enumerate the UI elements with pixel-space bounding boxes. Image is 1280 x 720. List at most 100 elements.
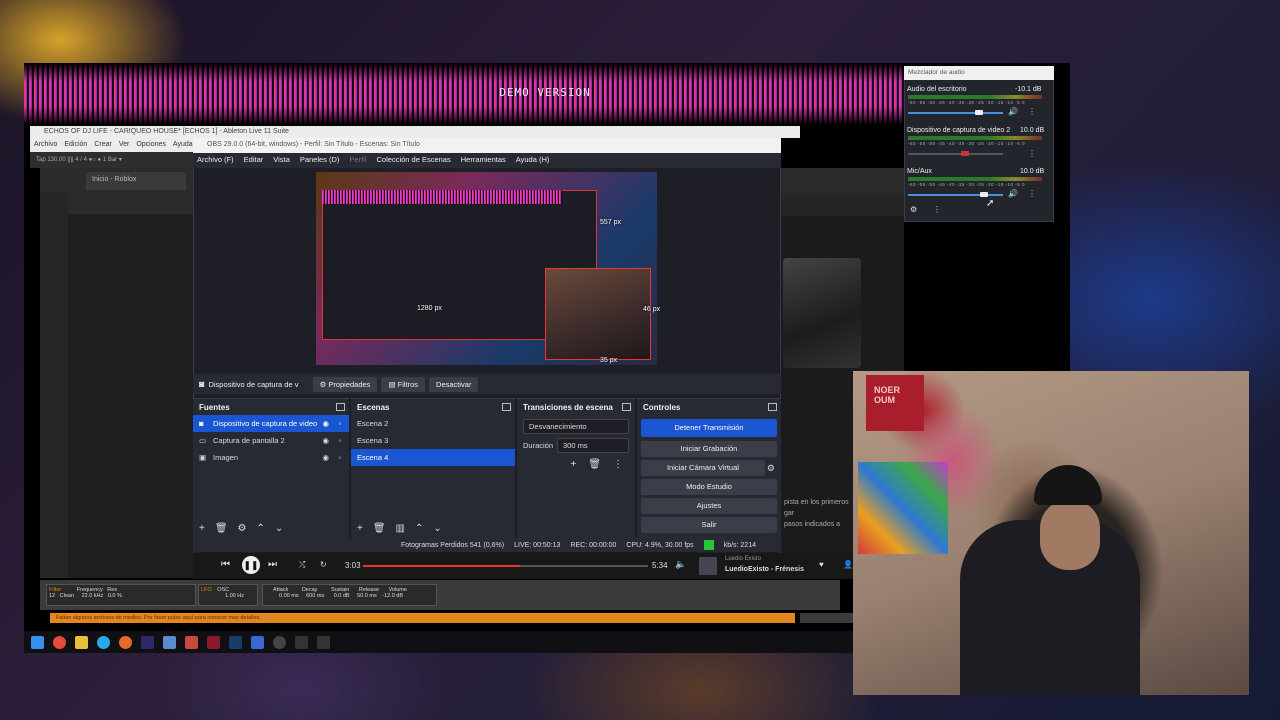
obs-menu-ayuda[interactable]: Ayuda (H) [516, 155, 550, 166]
eye-icon[interactable]: ◉ [322, 449, 329, 466]
pause-icon[interactable]: ❚❚ [242, 556, 260, 574]
obs-menu-paneles[interactable]: Paneles (D) [300, 155, 340, 166]
more-options-icon[interactable]: ⋮ [613, 459, 623, 470]
filter-section[interactable]: Filter Frequency Res 12 Clean 22.0 kHz 0… [46, 584, 196, 606]
steam-icon[interactable] [163, 635, 176, 649]
lfo-section[interactable]: LFO OSC 1.00 Hz [198, 584, 258, 606]
undock-icon[interactable] [768, 403, 777, 411]
ableton-menu-edicion[interactable]: Edición [64, 141, 87, 149]
start-recording-button[interactable]: Iniciar Grabación [641, 441, 777, 457]
repeat-icon[interactable]: ↻ [320, 560, 327, 569]
firefox-icon[interactable] [119, 635, 132, 649]
add-source-icon[interactable]: + [199, 523, 205, 534]
obs-menu-vista[interactable]: Vista [273, 155, 290, 166]
undock-icon[interactable] [502, 403, 511, 411]
app-icon-5[interactable] [317, 635, 330, 649]
missing-media-warning[interactable]: Faltan algunos archivos de medios. Por f… [50, 613, 795, 623]
ableton-menu-ver[interactable]: Ver [119, 141, 130, 149]
more-options-icon[interactable]: ⋮ [1028, 149, 1036, 158]
app-icon-3[interactable] [207, 635, 220, 649]
photoshop-icon[interactable] [229, 635, 242, 649]
mixer-channel-desktop-slider[interactable] [908, 112, 1003, 114]
studio-mode-button[interactable]: Modo Estudio [641, 479, 777, 495]
attack-value[interactable]: 0.00 ms [279, 593, 299, 599]
ableton-menu-crear[interactable]: Crear [94, 141, 112, 149]
lfo-rate[interactable]: 1.00 Hz [225, 593, 244, 599]
duration-input[interactable]: 300 ms [557, 438, 629, 453]
transition-select[interactable]: Desvanecimiento [523, 419, 629, 434]
envelope-section[interactable]: Attack Decay Sustain Release Volume 0.00… [262, 584, 437, 606]
more-options-icon[interactable]: ⋮ [1028, 189, 1036, 198]
file-explorer-icon[interactable] [75, 635, 88, 649]
volume-icon[interactable]: 🔊 [1008, 189, 1018, 198]
source-item-screen-capture[interactable]: ▭ Captura de pantalla 2 ◉ ▫ [193, 432, 349, 449]
lock-icon[interactable]: ▫ [338, 449, 341, 466]
ableton-icon[interactable] [295, 635, 308, 649]
more-options-icon[interactable]: ⋮ [1028, 107, 1036, 116]
undock-icon[interactable] [622, 403, 631, 411]
mixer-channel-capture-knob[interactable] [961, 151, 969, 156]
volume-value[interactable]: -12.0 dB [382, 593, 403, 599]
source-item-video-capture[interactable]: ◙ Dispositivo de captura de video ◉ ▫ [193, 415, 349, 432]
remove-transition-icon[interactable]: 🗑 [588, 459, 601, 470]
app-icon-4[interactable] [251, 635, 264, 649]
settings-button[interactable]: Ajustes [641, 498, 777, 514]
remove-source-icon[interactable]: 🗑 [215, 523, 228, 534]
mixer-channel-capture-slider[interactable] [908, 153, 1003, 155]
source-item-image[interactable]: ▣ Imagen ◉ ▫ [193, 449, 349, 466]
virtual-camera-settings-icon[interactable]: ⚙ [767, 463, 775, 474]
obs-menu-colecciones[interactable]: Colección de Escenas [377, 155, 451, 166]
add-transition-icon[interactable]: + [570, 459, 576, 470]
scene-item-3[interactable]: Escena 3 [351, 432, 515, 449]
previous-track-icon[interactable]: ⏮ [221, 559, 230, 570]
ableton-transport[interactable]: Tap 130.00 |||| 4 / 4 ●○ ● 1 Bar ▾ [30, 152, 200, 168]
next-track-icon[interactable]: ⏭ [268, 559, 277, 570]
obs-menu-editar[interactable]: Editar [244, 155, 264, 166]
lock-icon[interactable]: ▫ [338, 432, 341, 449]
decay-value[interactable]: 600 ms [306, 593, 324, 599]
undock-icon[interactable] [336, 403, 345, 411]
sustain-value[interactable]: 0.0 dB [334, 593, 350, 599]
preview-webcam-source[interactable] [545, 268, 651, 360]
source-settings-icon[interactable]: ⚙ [238, 523, 247, 534]
move-down-icon[interactable]: ⌄ [433, 523, 441, 534]
obs-menu-archivo[interactable]: Archivo (F) [197, 155, 234, 166]
filters-button[interactable]: ▤ Filtros [381, 376, 426, 392]
stop-streaming-button[interactable]: Detener Transmisión [641, 419, 777, 437]
move-down-icon[interactable]: ⌄ [275, 523, 283, 534]
app-icon-1[interactable] [53, 635, 66, 649]
virtual-camera-button[interactable]: Iniciar Cámara Virtual [641, 460, 765, 476]
volume-icon[interactable]: 🔈 [675, 559, 686, 570]
remove-scene-icon[interactable]: 🗑 [373, 523, 386, 534]
filter-type[interactable]: Clean [60, 593, 74, 599]
eye-icon[interactable]: ◉ [322, 415, 329, 432]
premiere-icon[interactable] [141, 635, 154, 649]
obs-icon[interactable] [273, 635, 286, 649]
heart-icon[interactable]: ♥ [819, 560, 824, 569]
mixer-menu-icon[interactable]: ⋮ [933, 205, 941, 214]
app-icon-2[interactable] [185, 635, 198, 649]
advanced-audio-icon[interactable]: ⚙ [910, 205, 917, 214]
shuffle-icon[interactable]: ⤮ [299, 560, 305, 570]
eye-icon[interactable]: ◉ [322, 432, 329, 449]
ableton-menu-archivo[interactable]: Archivo [34, 141, 57, 149]
deactivate-button[interactable]: Desactivar [429, 376, 479, 392]
res-value[interactable]: 0.0 % [108, 593, 122, 599]
move-up-icon[interactable]: ⌃ [415, 523, 423, 534]
move-up-icon[interactable]: ⌃ [257, 523, 265, 534]
scene-item-4[interactable]: Escena 4 [351, 449, 515, 466]
lock-icon[interactable]: ▫ [338, 415, 341, 432]
ableton-menu-opciones[interactable]: Opciones [136, 141, 166, 149]
ableton-menu-ayuda[interactable]: Ayuda [173, 141, 193, 149]
frequency-value[interactable]: 22.0 kHz [82, 593, 104, 599]
windows-start-icon[interactable] [31, 635, 44, 649]
obs-menu-herramientas[interactable]: Herramientas [461, 155, 506, 166]
obs-menu-perfil[interactable]: Perfil [349, 155, 366, 166]
properties-button[interactable]: ⚙ Propiedades [312, 376, 378, 392]
release-value[interactable]: 50.0 ms [357, 593, 377, 599]
scene-filter-icon[interactable]: ▥ [396, 523, 405, 534]
volume-icon[interactable]: 🔊 [1008, 107, 1018, 116]
mixer-channel-desktop-knob[interactable] [975, 110, 983, 115]
user-icon[interactable]: 👤 [843, 560, 853, 569]
scene-item-2[interactable]: Escena 2 [351, 415, 515, 432]
